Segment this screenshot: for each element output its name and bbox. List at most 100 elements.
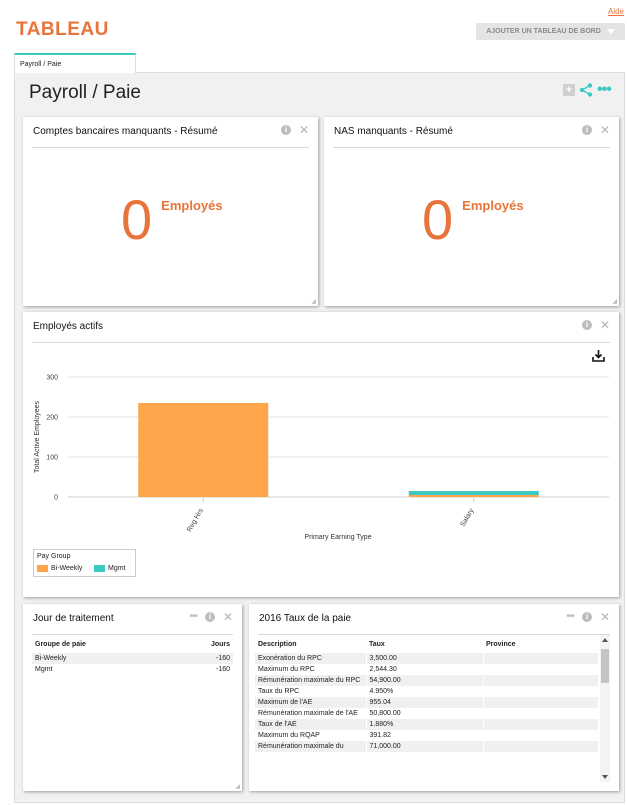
legend-title: Pay Group: [37, 553, 71, 560]
table-row: Maximum de l'AE 955.04: [255, 697, 598, 708]
table-cell: [483, 664, 598, 675]
resize-handle-icon[interactable]: ◢: [235, 783, 240, 790]
legend-item-mgmt[interactable]: Mgmt: [94, 565, 126, 572]
close-icon[interactable]: ✕: [223, 611, 233, 623]
more-options-icon[interactable]: •••: [189, 612, 197, 622]
bar-bi-weekly: [138, 403, 269, 497]
table-cell: 50,800.00: [366, 708, 484, 719]
table-cell: 4.950%: [366, 686, 484, 697]
table-cell: [483, 675, 598, 686]
table-cell: 54,900.00: [366, 675, 484, 686]
table-row: Mgmt -160: [32, 664, 233, 675]
widget-title: Employés actifs: [33, 321, 104, 332]
pay-rates-scroll-area[interactable]: Description Taux Province Exonération du…: [255, 635, 598, 784]
processing-day-table: Groupe de paie Jours Bi-Weekly -160 Mgmt…: [32, 635, 233, 675]
info-icon[interactable]: i: [204, 612, 215, 622]
table-cell: Maximum du RQAP: [255, 730, 367, 741]
table-cell: [483, 686, 598, 697]
close-icon[interactable]: ✕: [600, 319, 610, 331]
close-icon[interactable]: ✕: [600, 124, 610, 136]
scroll-thumb[interactable]: [601, 649, 609, 683]
table-cell: 71,000.00: [366, 741, 484, 752]
tab-payroll[interactable]: Payroll / Paie: [14, 53, 136, 73]
legend-item-biweekly[interactable]: Bi-Weekly: [37, 565, 82, 572]
widget-title: Comptes bancaires manquants - Résumé: [33, 126, 218, 137]
table-cell: 955.04: [366, 697, 484, 708]
column-header[interactable]: Taux: [366, 635, 483, 653]
table-cell: [483, 741, 598, 752]
table-row: Taux de l'AE 1.880%: [255, 719, 598, 730]
chart-legend: Pay Group Bi-Weekly Mgmt: [33, 549, 136, 577]
column-header[interactable]: Groupe de paie: [32, 635, 172, 653]
legend-swatch: [94, 565, 105, 572]
widget-missing-bank-accounts: Comptes bancaires manquants - Résumé i ✕…: [23, 117, 318, 306]
table-cell: Taux du RPC: [255, 686, 367, 697]
y-tick-label: 300: [46, 375, 58, 382]
table-cell: [483, 708, 598, 719]
add-dashboard-label: AJOUTER UN TABLEAU DE BORD: [486, 28, 601, 35]
page-title: Payroll / Paie: [29, 82, 141, 103]
resize-handle-icon[interactable]: ◢: [612, 298, 617, 305]
dashboard-actions: + •••: [563, 82, 612, 98]
column-header[interactable]: Description: [255, 635, 366, 653]
table-cell: Rémunération maximale du RPC: [255, 675, 367, 686]
table-row: Rémunération maximale de l'AE 50,800.00: [255, 708, 598, 719]
table-cell: [483, 719, 598, 730]
more-options-icon[interactable]: •••: [597, 82, 612, 98]
close-icon[interactable]: ✕: [600, 611, 610, 623]
y-tick-label: 0: [54, 495, 58, 502]
table-row: Rémunération maximale du RPC 54,900.00: [255, 675, 598, 686]
table-cell: Rémunération maximale du: [255, 741, 367, 752]
bar-mgmt: [408, 491, 539, 495]
table-cell: Mgmt: [35, 666, 53, 673]
table-cell: [483, 730, 598, 741]
x-tick-label: Reg Hrs: [186, 507, 205, 533]
close-icon[interactable]: ✕: [299, 124, 309, 136]
resize-handle-icon[interactable]: ◢: [311, 298, 316, 305]
scroll-up-icon[interactable]: [602, 638, 608, 642]
widget-processing-day: Jour de traitement ••• i ✕ Groupe de pai…: [23, 604, 242, 791]
more-options-icon[interactable]: •••: [566, 612, 574, 622]
table-row: Taux du RPC 4.950%: [255, 686, 598, 697]
kpi-unit: Employés: [462, 198, 524, 213]
info-icon[interactable]: i: [581, 612, 592, 622]
table-cell: 1.880%: [366, 719, 484, 730]
table-cell: [483, 653, 598, 664]
table-cell: Maximum de l'AE: [255, 697, 367, 708]
y-tick-label: 200: [46, 415, 58, 422]
kpi-unit: Employés: [161, 198, 223, 213]
info-icon[interactable]: i: [581, 320, 592, 330]
add-dashboard-button[interactable]: AJOUTER UN TABLEAU DE BORD: [476, 23, 625, 40]
widget-title: 2016 Taux de la paie: [259, 613, 352, 624]
column-header[interactable]: Province: [483, 635, 598, 653]
chevron-down-icon: [606, 29, 615, 34]
widget-active-employees: Employés actifs i ✕ 0 100 200 300 Reg Hrs Sal…: [23, 312, 619, 597]
table-row: Bi-Weekly -160: [32, 653, 233, 664]
add-widget-icon[interactable]: +: [563, 84, 575, 96]
table-row: Maximum du RPC 2,544.30: [255, 664, 598, 675]
info-icon[interactable]: i: [280, 125, 291, 135]
y-axis-label: Total Active Employees: [34, 401, 41, 473]
legend-label: Mgmt: [108, 565, 126, 572]
table-row: Maximum du RQAP 391.82: [255, 730, 598, 741]
share-icon[interactable]: [579, 83, 593, 97]
widget-title: Jour de traitement: [33, 613, 114, 624]
info-icon[interactable]: i: [581, 125, 592, 135]
kpi-value: 0: [422, 188, 454, 251]
widget-missing-sin: NAS manquants - Résumé i ✕ 0 Employés ◢: [324, 117, 619, 306]
scroll-down-icon[interactable]: [602, 775, 608, 779]
table-cell: Rémunération maximale de l'AE: [255, 708, 367, 719]
table-row: Exonération du RPC 3,500.00: [255, 653, 598, 664]
table-cell: -160: [215, 666, 230, 673]
table-cell: Bi-Weekly: [32, 653, 172, 664]
widget-title: NAS manquants - Résumé: [334, 126, 453, 137]
legend-label: Bi-Weekly: [51, 565, 83, 572]
scrollbar[interactable]: [600, 635, 610, 782]
x-tick-label: Salary: [459, 507, 475, 528]
column-header[interactable]: Jours: [172, 635, 233, 653]
pay-rates-table: Description Taux Province Exonération du…: [255, 635, 598, 752]
help-link[interactable]: Aide: [608, 7, 624, 16]
brand-title: TABLEAU: [16, 19, 109, 40]
table-cell: -160: [171, 653, 233, 664]
table-cell: 2,544.30: [366, 664, 484, 675]
